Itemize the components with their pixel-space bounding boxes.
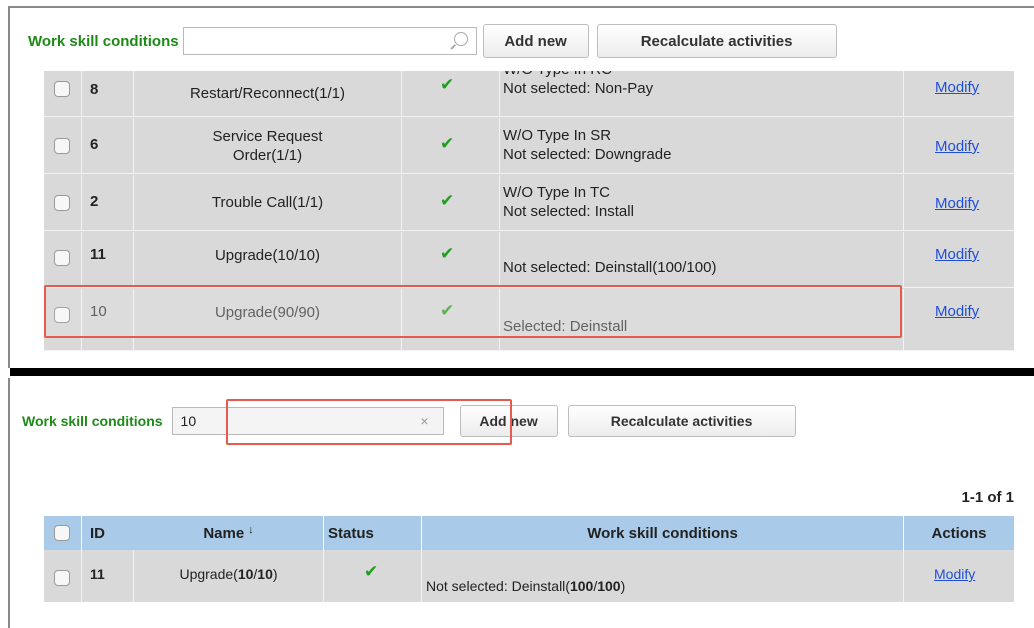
- checkmark-icon: ✔: [440, 75, 455, 94]
- condition-line: Not selected: Downgrade: [503, 146, 672, 163]
- selected-row-highlight: [44, 285, 902, 338]
- filtered-results-table: ID Name ↓ Status Work skill conditions A…: [44, 516, 1014, 602]
- condition-match-highlight: 100: [597, 578, 621, 594]
- checkmark-icon: ✔: [364, 562, 379, 581]
- name-match-highlight: 10: [257, 566, 273, 582]
- table-row[interactable]: 8 Restart/Reconnect(1/1) ✔ W/O Type In R…: [44, 71, 1014, 117]
- work-skill-search-input[interactable]: [182, 27, 477, 55]
- name-match-highlight: 10: [237, 566, 254, 582]
- select-all-checkbox[interactable]: [54, 525, 70, 541]
- recalculate-activities-button[interactable]: Recalculate activities: [567, 405, 796, 437]
- condition-match-highlight: 100: [569, 578, 594, 594]
- pagination-info: 1-1 of 1: [961, 489, 1014, 506]
- modify-link[interactable]: Modify: [934, 566, 975, 582]
- column-header-id[interactable]: ID: [82, 516, 134, 550]
- condition-line: W/O Type In SR: [503, 127, 612, 144]
- modify-link[interactable]: Modify: [935, 246, 979, 263]
- frame-left-border: [8, 6, 10, 368]
- condition-line: W/O Type In TC: [503, 184, 610, 201]
- row-name: Trouble Call(1/1): [134, 175, 402, 230]
- table-row[interactable]: 11 Upgrade(10/10) ✔ Not selected: Deinst…: [44, 232, 1014, 288]
- row-checkbox[interactable]: [54, 570, 70, 586]
- row-conditions: Not selected: Deinstall(100/100): [422, 550, 904, 602]
- column-header-actions: Actions: [931, 524, 987, 542]
- row-name: Restart/Reconnect(1/1): [134, 71, 402, 116]
- search-input-value: 10: [180, 413, 197, 429]
- add-new-button[interactable]: Add new: [482, 24, 589, 58]
- top-toolbar: Work skill conditions Add new Recalculat…: [28, 24, 837, 58]
- screenshot-divider: [10, 368, 1034, 376]
- frame-left-border-lower: [8, 378, 10, 628]
- row-name: Upgrade(10/10): [134, 232, 402, 287]
- sort-arrow-icon: ↓: [248, 524, 254, 536]
- condition-line: Not selected: Non-Pay: [503, 80, 654, 97]
- modify-link[interactable]: Modify: [935, 303, 979, 320]
- work-skill-conditions-label: Work skill conditions: [22, 413, 163, 429]
- modify-link[interactable]: Modify: [935, 195, 979, 212]
- table-row[interactable]: 11 Upgrade(10/10) ✔ Not selected: Deinst…: [44, 550, 1014, 602]
- row-id: 2: [82, 175, 134, 230]
- column-header-name-label: Name: [203, 524, 245, 542]
- checkmark-icon: ✔: [440, 244, 455, 263]
- row-checkbox[interactable]: [54, 81, 70, 97]
- search-input-highlight: [226, 399, 512, 445]
- column-header-status[interactable]: Status: [324, 516, 422, 550]
- row-id: 11: [82, 550, 134, 602]
- checkmark-icon: ✔: [440, 134, 455, 153]
- row-id: 6: [82, 118, 134, 173]
- recalculate-activities-button[interactable]: Recalculate activities: [596, 24, 837, 58]
- search-icon: [453, 32, 468, 46]
- row-checkbox[interactable]: [54, 138, 70, 154]
- row-checkbox[interactable]: [54, 250, 70, 266]
- condition-line: Not selected: Deinstall(100/100): [503, 259, 717, 276]
- row-checkbox[interactable]: [54, 195, 70, 211]
- table-header-row: ID Name ↓ Status Work skill conditions A…: [44, 516, 1014, 550]
- work-skill-conditions-label: Work skill conditions: [28, 32, 179, 50]
- column-header-conditions[interactable]: Work skill conditions: [422, 516, 904, 550]
- row-name: Service Request Order(1/1): [134, 118, 402, 173]
- table-row[interactable]: 6 Service Request Order(1/1) ✔ W/O Type …: [44, 118, 1014, 174]
- modify-link[interactable]: Modify: [935, 79, 979, 96]
- table-row[interactable]: 2 Trouble Call(1/1) ✔ W/O Type In TC Not…: [44, 175, 1014, 231]
- column-header-name[interactable]: Name ↓: [134, 516, 324, 550]
- modify-link[interactable]: Modify: [935, 138, 979, 155]
- checkmark-icon: ✔: [440, 191, 455, 210]
- condition-line: W/O Type In RC: [503, 71, 903, 79]
- row-id: 11: [82, 232, 134, 287]
- row-id: 8: [82, 71, 134, 116]
- condition-line: Not selected: Install: [503, 203, 634, 220]
- frame-top-border: [8, 6, 1034, 8]
- row-name: Upgrade(10/10): [134, 550, 324, 602]
